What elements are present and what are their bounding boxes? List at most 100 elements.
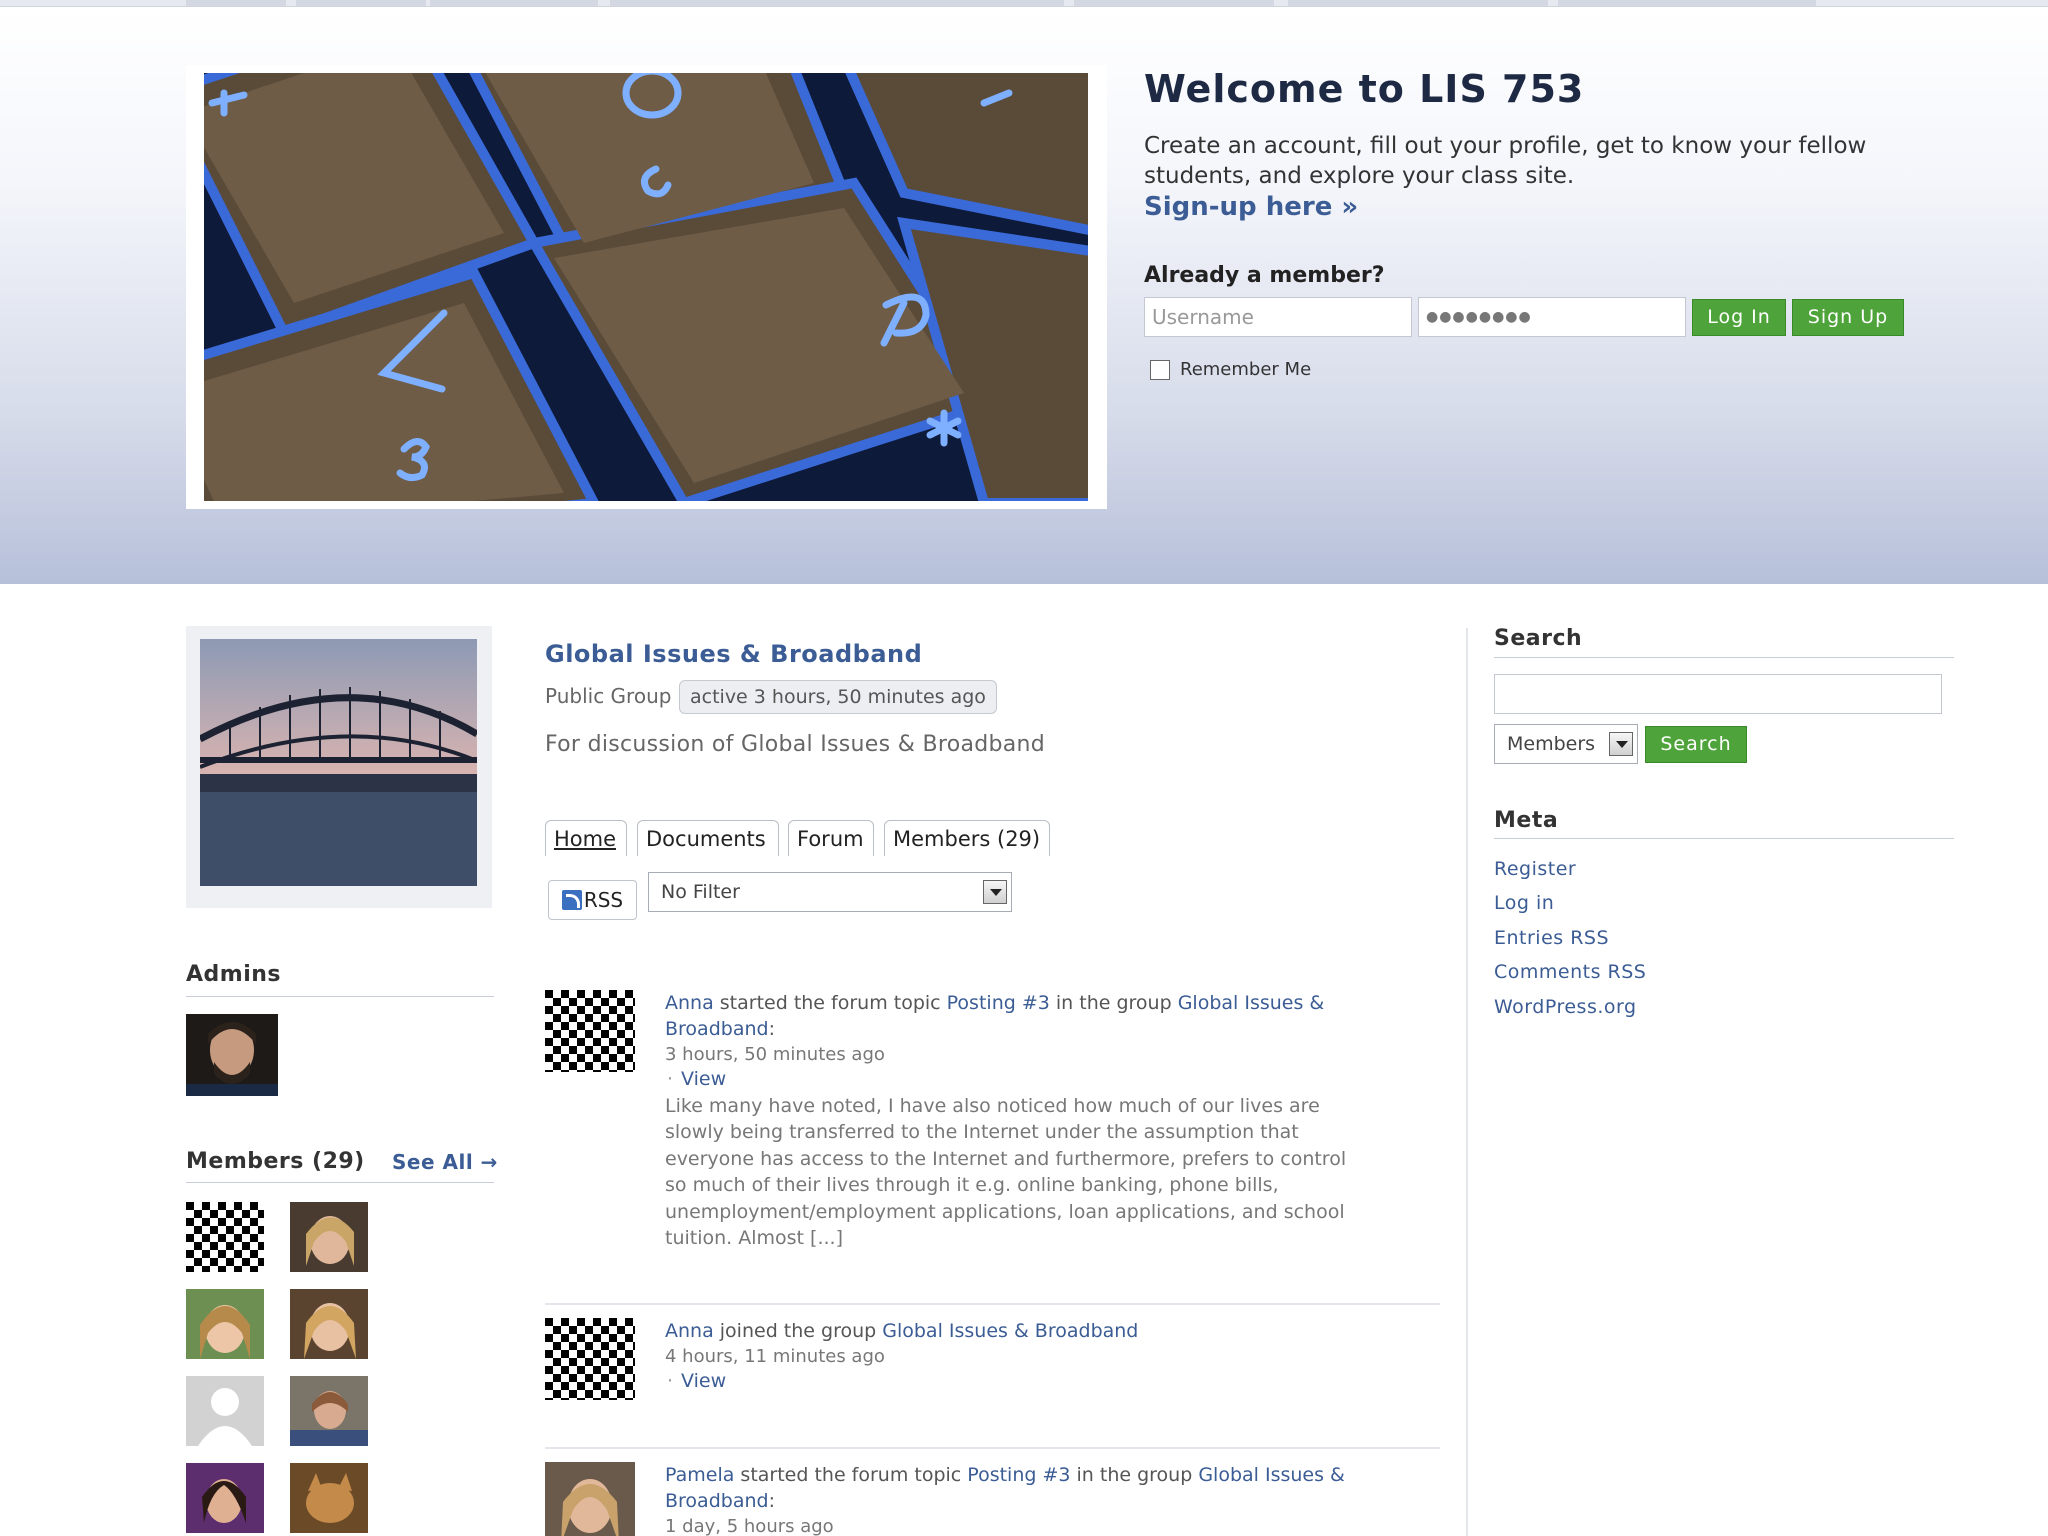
- member-avatar[interactable]: [186, 1463, 264, 1533]
- welcome-panel: Welcome to LIS 753 Create an account, fi…: [1144, 67, 1944, 288]
- activity-filter-select[interactable]: No Filter: [648, 872, 1012, 912]
- activity-middle-text: in the group: [1049, 992, 1178, 1014]
- activity-middle-text: in the group: [1070, 1464, 1199, 1486]
- remember-me-label: Remember Me: [1180, 359, 1312, 380]
- checkbox-icon[interactable]: [1150, 359, 1170, 380]
- nav-tab[interactable]: [1558, 0, 1816, 6]
- group-avatar-bridge-image[interactable]: [200, 639, 477, 886]
- rss-button[interactable]: RSS: [548, 880, 637, 920]
- activity-timestamp: 4 hours, 11 minutes ago: [665, 1346, 885, 1367]
- nav-tab[interactable]: [430, 0, 598, 6]
- member-avatar[interactable]: [290, 1202, 368, 1272]
- admin-avatar[interactable]: [186, 1014, 278, 1096]
- member-avatar[interactable]: [290, 1463, 368, 1533]
- nav-tab[interactable]: [1288, 0, 1548, 6]
- meta-heading: Meta: [1494, 808, 1559, 833]
- member-avatar[interactable]: [290, 1376, 368, 1446]
- activity-topic-link[interactable]: Posting #3: [947, 992, 1050, 1014]
- bullet-separator: ·: [667, 1370, 674, 1392]
- search-heading: Search: [1494, 626, 1583, 651]
- search-scope-select[interactable]: Members: [1494, 724, 1638, 764]
- activity-excerpt: Like many have noted, I have also notice…: [665, 1095, 1347, 1250]
- activity-item: Pamela started the forum topic Posting #…: [545, 1462, 1440, 1536]
- activity-view-row: · View: [665, 1369, 1365, 1393]
- activity-topic-link[interactable]: Posting #3: [967, 1464, 1070, 1486]
- username-input[interactable]: Username: [1144, 297, 1412, 337]
- nav-tab[interactable]: [186, 0, 286, 6]
- tab-home[interactable]: Home: [545, 820, 627, 856]
- activity-user-link[interactable]: Pamela: [665, 1464, 734, 1486]
- search-rule: [1494, 657, 1954, 658]
- signup-link[interactable]: Sign-up here »: [1144, 191, 1944, 223]
- activity-divider: [545, 1447, 1440, 1449]
- member-avatar[interactable]: [186, 1289, 264, 1359]
- member-avatar[interactable]: [290, 1289, 368, 1359]
- member-avatar[interactable]: [186, 1376, 264, 1446]
- activity-avatar-image[interactable]: [545, 1462, 635, 1536]
- activity-action-text: started the forum topic: [734, 1464, 968, 1486]
- member-avatar-cat-image: [290, 1463, 368, 1533]
- members-rule: [186, 1182, 494, 1183]
- activity-body: Pamela started the forum topic Posting #…: [665, 1462, 1365, 1536]
- member-avatar-image: [290, 1289, 368, 1359]
- nav-tab[interactable]: [296, 0, 426, 6]
- meta-rule: [1494, 838, 1954, 839]
- activity-avatar-checker-image[interactable]: [545, 990, 635, 1072]
- dropdown-arrow-icon[interactable]: [1609, 732, 1633, 756]
- admins-heading: Admins: [186, 962, 281, 987]
- tab-home-label: Home: [554, 827, 617, 851]
- tab-documents[interactable]: Documents: [637, 820, 779, 856]
- group-title[interactable]: Global Issues & Broadband: [545, 640, 922, 668]
- member-avatar-image: [290, 1376, 368, 1446]
- nav-tab[interactable]: [1074, 0, 1274, 6]
- meta-link-entries-rss[interactable]: Entries RSS: [1494, 927, 1609, 949]
- login-button[interactable]: Log In: [1692, 299, 1786, 336]
- activity-group-link[interactable]: Global Issues & Broadband: [882, 1320, 1138, 1342]
- dropdown-arrow-icon[interactable]: [983, 880, 1007, 904]
- member-avatar-image: [186, 1289, 264, 1359]
- activity-suffix: :: [768, 1018, 775, 1040]
- tab-forum-label: Forum: [797, 827, 864, 851]
- members-heading: Members (29): [186, 1149, 365, 1174]
- nav-tab[interactable]: [610, 0, 1064, 6]
- activity-view-row: · View: [665, 1067, 1365, 1091]
- meta-link-login[interactable]: Log in: [1494, 892, 1554, 914]
- remember-me[interactable]: Remember Me: [1150, 359, 1311, 380]
- search-input[interactable]: [1494, 674, 1942, 714]
- activity-user-link[interactable]: Anna: [665, 992, 714, 1014]
- keyboard-hero-image: [204, 73, 1088, 501]
- activity-view-link[interactable]: View: [681, 1068, 726, 1090]
- activity-action-text: started the forum topic: [713, 992, 947, 1014]
- tab-documents-label: Documents: [646, 827, 766, 851]
- tab-forum[interactable]: Forum: [788, 820, 874, 856]
- hero-image-frame: [186, 65, 1107, 509]
- signup-button[interactable]: Sign Up: [1792, 299, 1904, 336]
- group-avatar-frame: [186, 626, 492, 908]
- activity-item: Anna joined the group Global Issues & Br…: [545, 1318, 1440, 1428]
- welcome-title: Welcome to LIS 753: [1144, 67, 1585, 111]
- already-member-heading: Already a member?: [1144, 263, 1385, 288]
- activity-body: Anna started the forum topic Posting #3 …: [665, 990, 1365, 1251]
- meta-link-register[interactable]: Register: [1494, 858, 1576, 880]
- activity-view-link[interactable]: View: [681, 1370, 726, 1392]
- meta-link-comments-rss[interactable]: Comments RSS: [1494, 961, 1646, 983]
- activity-headline: Pamela started the forum topic Posting #…: [665, 1462, 1365, 1514]
- see-all-members-link[interactable]: See All →: [392, 1150, 498, 1174]
- welcome-intro: Create an account, fill out your profile…: [1144, 133, 1867, 189]
- activity-body: Anna joined the group Global Issues & Br…: [665, 1318, 1365, 1393]
- rss-label: RSS: [583, 888, 624, 912]
- tab-members[interactable]: Members (29): [884, 820, 1050, 856]
- member-avatar[interactable]: [186, 1202, 264, 1272]
- activity-suffix: :: [768, 1490, 775, 1512]
- password-input[interactable]: ●●●●●●●●: [1418, 297, 1686, 337]
- search-scope-value: Members: [1507, 733, 1596, 755]
- search-button[interactable]: Search: [1645, 726, 1747, 763]
- bullet-separator: ·: [667, 1068, 674, 1090]
- activity-user-link[interactable]: Anna: [665, 1320, 714, 1342]
- activity-avatar-checker-image[interactable]: [545, 1318, 635, 1400]
- meta-link-wordpress[interactable]: WordPress.org: [1494, 996, 1637, 1018]
- activity-timestamp: 1 day, 5 hours ago: [665, 1516, 834, 1536]
- group-type: Public Group: [545, 684, 672, 708]
- member-avatar-image: [290, 1202, 368, 1272]
- activity-headline: Anna joined the group Global Issues & Br…: [665, 1318, 1365, 1344]
